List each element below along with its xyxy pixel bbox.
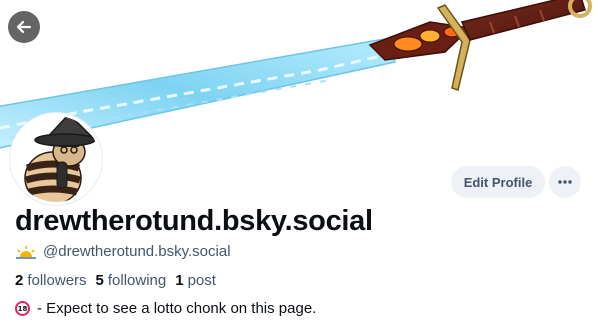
bio-text: - Expect to see a lotto chonk on this pa… xyxy=(37,300,317,317)
handle[interactable]: @drewtherotund.bsky.social xyxy=(43,243,231,260)
wizard-hat-avatar xyxy=(13,116,99,202)
more-options-button[interactable] xyxy=(549,166,581,198)
profile-stats: 2 followers 5 following 1 post xyxy=(15,272,216,289)
display-name: drewtherotund.bsky.social xyxy=(15,205,373,237)
handle-row: @drewtherotund.bsky.social xyxy=(15,243,231,260)
ellipsis-icon xyxy=(558,180,572,184)
following-label: following xyxy=(107,272,167,289)
posts-label: post xyxy=(187,272,216,289)
edit-profile-button[interactable]: Edit Profile xyxy=(451,166,545,198)
following-link[interactable]: 5 following xyxy=(96,272,167,289)
followers-label: followers xyxy=(27,272,87,289)
followers-count: 2 xyxy=(15,272,24,289)
arrow-left-icon xyxy=(16,20,32,34)
following-count: 5 xyxy=(95,272,104,289)
sunrise-icon xyxy=(16,245,36,259)
avatar[interactable] xyxy=(10,113,102,205)
back-button[interactable] xyxy=(8,11,40,43)
followers-link[interactable]: 2 followers xyxy=(15,272,87,289)
posts-count: 1 xyxy=(175,272,184,289)
bio: 18 - Expect to see a lotto chonk on this… xyxy=(15,300,316,317)
no-under-18-icon: 18 xyxy=(15,301,30,316)
age-icon-text: 18 xyxy=(17,304,28,313)
posts-stat: 1 post xyxy=(175,272,216,289)
